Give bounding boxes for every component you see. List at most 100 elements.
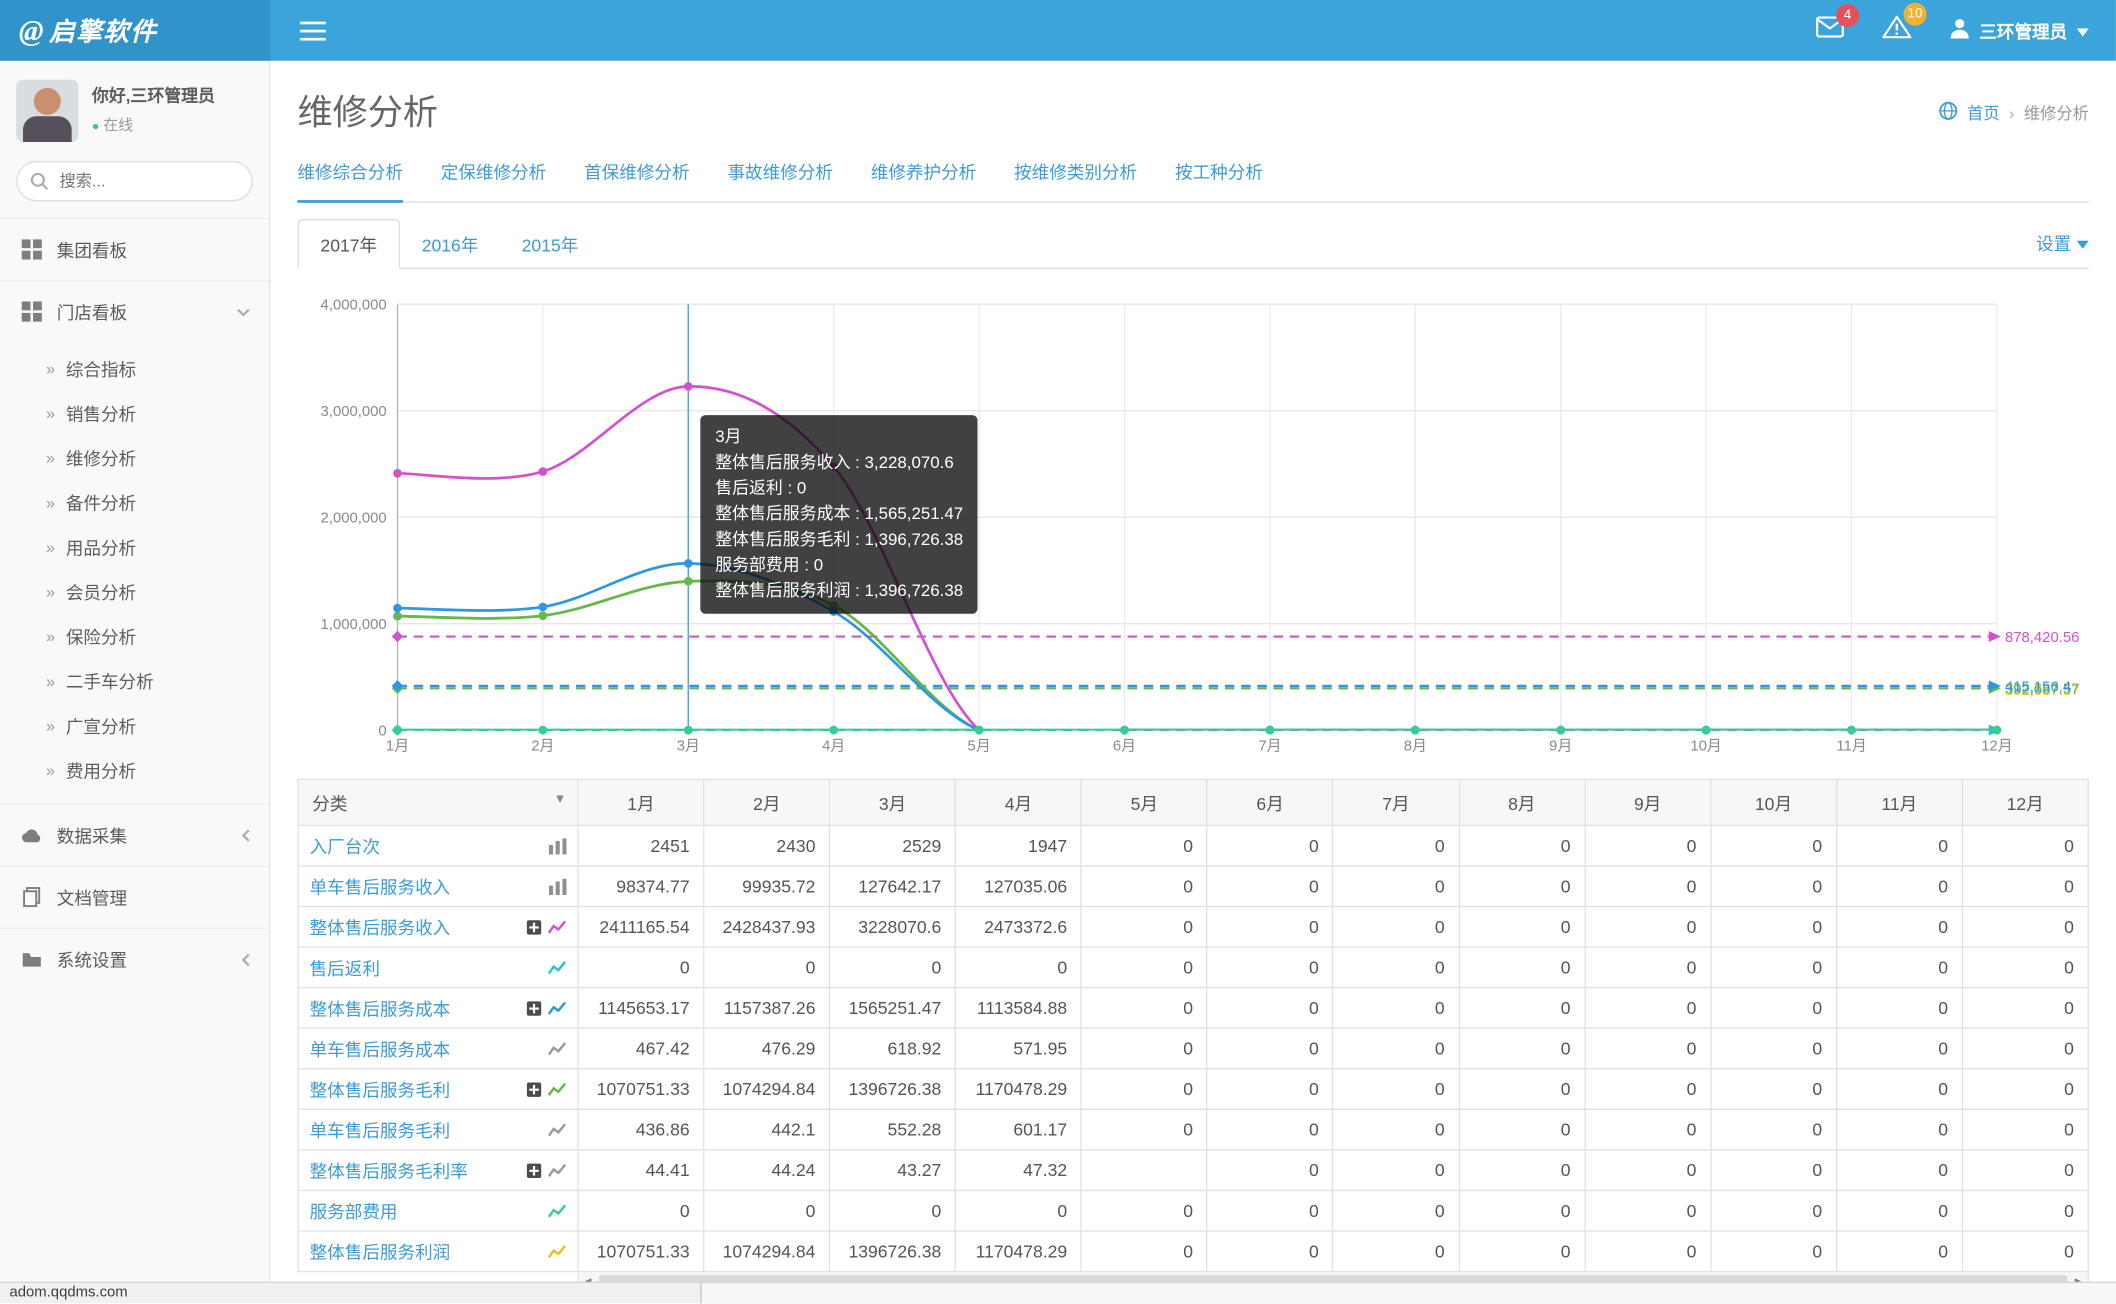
category-header[interactable]: 分类 ▾ [297,778,579,827]
page-tab-5[interactable]: 按维修类别分析 [1014,146,1137,203]
chevron-down-icon[interactable]: ▾ [556,790,563,807]
metric-link[interactable]: 服务部费用 [310,1198,398,1224]
table-row: 单车售后服务成本 467.42 476.29 618.92 571.95 0 0 0 0 0 0 0 0 [297,1027,2089,1070]
line-chart-icon[interactable] [547,1040,567,1056]
metric-link[interactable]: 单车售后服务成本 [310,1036,451,1062]
sidebar-subitem[interactable]: » 维修分析 [0,435,269,480]
sidebar-subitem-label: 备件分析 [65,493,137,514]
metric-value: 0 [1206,1189,1334,1232]
metric-value: 0 [1458,905,1586,948]
metric-link[interactable]: 入厂台次 [310,833,380,859]
metric-link[interactable]: 整体售后服务收入 [310,914,451,940]
expand-icon[interactable] [526,1000,542,1016]
metric-value: 0 [1332,905,1460,948]
metric-value: 0 [1458,946,1586,989]
line-chart-icon[interactable] [547,919,567,935]
sidebar-subitem[interactable]: » 用品分析 [0,525,269,570]
chevron-down-icon [237,308,251,316]
table-row: 单车售后服务收入 98374.77 99935.72 127642.17 127035.… [297,865,2089,908]
sidebar-subitem-label: 综合指标 [65,359,137,380]
metric-link[interactable]: 整体售后服务毛利率 [310,1157,468,1183]
sidebar-subitem-label: 用品分析 [65,538,137,559]
hamburger-menu-icon[interactable] [300,16,326,46]
sidebar-item-4[interactable]: 系统设置 [0,927,270,989]
sidebar-subitem[interactable]: » 会员分析 [0,569,269,614]
metric-link[interactable]: 整体售后服务毛利 [310,1076,451,1102]
maintenance-trend-chart[interactable]: 4,000,000 3,000,000 2,000,000 1,000,000 01月 2… [297,274,2088,767]
app-logo[interactable]: @ 启擎软件 [0,0,271,61]
metric-value: 0 [1709,946,1838,989]
svg-text:1月: 1月 [386,738,409,754]
expand-icon[interactable] [526,919,542,935]
page-tab-6[interactable]: 按工种分析 [1175,146,1263,203]
double-angle-icon: » [45,626,56,646]
line-chart-icon[interactable] [547,1203,567,1219]
line-chart-icon[interactable] [547,1121,567,1137]
sidebar-item-2[interactable]: 数据采集 [0,803,270,865]
alerts-button[interactable]: 10 [1882,2,1927,46]
line-chart-icon[interactable] [547,959,567,975]
metric-link[interactable]: 单车售后服务收入 [310,873,451,899]
metric-value: 0 [828,1189,957,1232]
sidebar-subitem[interactable]: » 保险分析 [0,614,269,659]
window-scrollbar[interactable]: adom.qqdms.com [0,1281,2116,1304]
year-tab-0[interactable]: 2017年 [297,219,401,270]
breadcrumb: 首页 › 维修分析 [1939,101,2089,124]
sidebar-subitem[interactable]: » 广宣分析 [0,703,269,748]
year-tab-2[interactable]: 2015年 [500,220,600,267]
metric-value: 1396726.38 [828,1230,957,1273]
metric-value: 0 [1332,1230,1460,1273]
metric-value: 43.27 [828,1149,957,1192]
svg-text:9月: 9月 [1549,738,1572,754]
metric-value: 0 [1458,1149,1586,1192]
svg-text:5月: 5月 [968,738,991,754]
metric-value: 0 [1206,1149,1334,1192]
search-input[interactable] [16,160,253,202]
mail-badge: 4 [1835,4,1859,28]
expand-icon[interactable] [526,1162,542,1178]
settings-dropdown[interactable]: 设置 [2036,230,2089,268]
mail-button[interactable]: 4 [1815,4,1859,44]
page-tab-1[interactable]: 定保维修分析 [441,146,546,203]
year-tab-1[interactable]: 2016年 [400,220,500,267]
metric-value: 0 [828,946,957,989]
expand-icon[interactable] [526,1081,542,1097]
metric-link[interactable]: 售后返利 [310,955,380,981]
app-root: @ 启擎软件 4 10 三环管理员 你好,三环管理员 ● 在线 搜索... 集团… [0,0,2116,1304]
sidebar-subitem[interactable]: » 二手车分析 [0,658,269,703]
metric-value: 0 [1584,1189,1712,1232]
page-tab-4[interactable]: 维修养护分析 [871,146,976,203]
bar-chart-icon[interactable] [548,878,567,895]
sidebar-item-3[interactable]: 文档管理 [0,865,270,927]
sidebar-subitem[interactable]: » 备件分析 [0,480,269,525]
user-menu[interactable]: 三环管理员 [1950,18,2089,44]
line-chart-icon[interactable] [547,1243,567,1259]
metric-value: 0 [1332,1189,1460,1232]
metric-link[interactable]: 整体售后服务成本 [310,995,451,1021]
metric-value: 0 [703,1189,831,1232]
metric-link[interactable]: 整体售后服务利润 [310,1238,451,1264]
logo-mark-icon: @ [18,12,46,47]
page-tab-0[interactable]: 维修综合分析 [297,146,403,203]
metric-value: 436.86 [577,1108,705,1151]
metric-value: 1074294.84 [703,1068,831,1110]
breadcrumb-home[interactable]: 首页 [1967,101,1999,124]
online-status: ● 在线 [91,117,134,134]
search-icon [30,172,49,198]
line-chart-icon[interactable] [547,1162,567,1178]
metric-link[interactable]: 单车售后服务毛利 [310,1117,451,1143]
sidebar-subitem[interactable]: » 销售分析 [0,391,269,436]
sidebar-subitem[interactable]: » 综合指标 [0,346,269,391]
page-tab-3[interactable]: 事故维修分析 [727,146,832,203]
sidebar-item-1[interactable]: 门店看板 [0,279,270,342]
metric-value: 0 [954,946,1083,989]
line-chart-icon[interactable] [547,1000,567,1016]
page-tab-2[interactable]: 首保维修分析 [584,146,689,203]
bar-chart-icon[interactable] [548,837,567,854]
sidebar-subitem[interactable]: » 费用分析 [0,748,269,793]
svg-text:4月: 4月 [822,738,845,754]
sidebar-item-0[interactable]: 集团看板 [0,217,270,280]
metric-value: 2473372.6 [954,905,1083,948]
avatar[interactable] [16,79,79,142]
line-chart-icon[interactable] [547,1081,567,1097]
